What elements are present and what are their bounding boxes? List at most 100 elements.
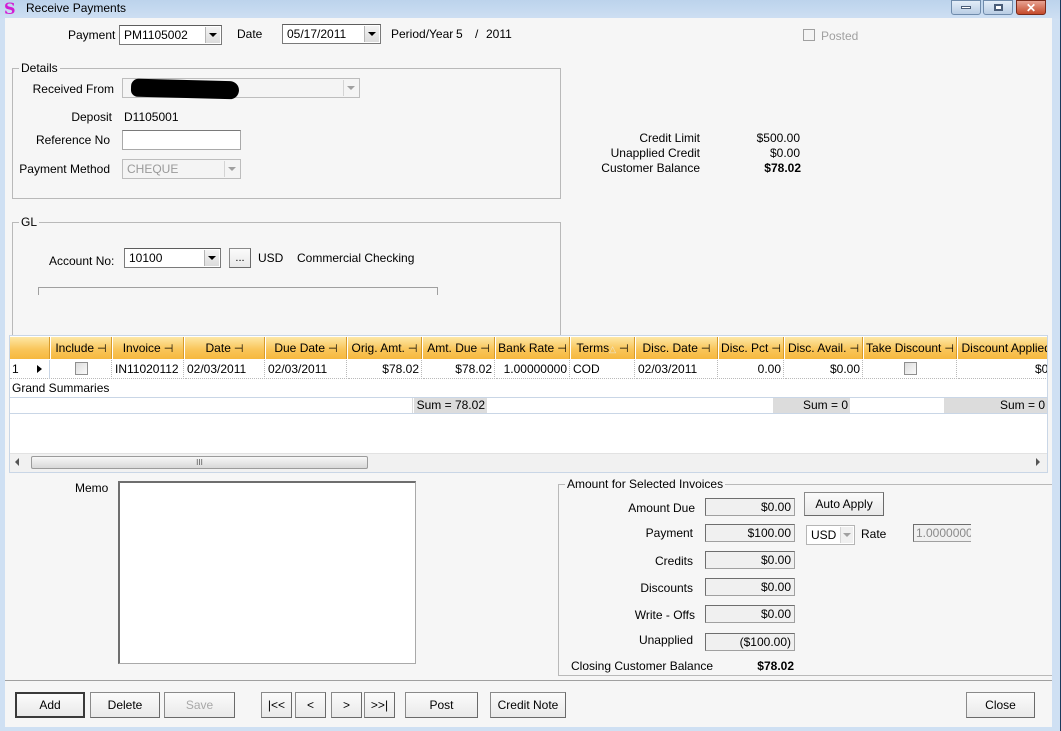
column-header-discount-applied[interactable]: Discount Applied⊣ [958, 337, 1047, 359]
cell-amt-due[interactable]: $78.02 [423, 360, 495, 379]
pin-icon[interactable]: ⊣ [328, 342, 338, 355]
payment-value: PM1105002 [124, 28, 188, 42]
credit-note-button[interactable]: Credit Note [490, 692, 566, 718]
cell-disc-avail[interactable]: $0.00 [785, 360, 863, 379]
chevron-down-icon [347, 86, 355, 90]
column-header-label: Orig. Amt. [351, 341, 405, 355]
include-checkbox[interactable] [74, 362, 88, 375]
cell-disc-date[interactable]: 02/03/2011 [636, 360, 718, 379]
last-record-button[interactable]: >>| [364, 692, 395, 718]
received-from-dropdown-button[interactable] [343, 80, 358, 96]
column-header-label: Amt. Due [427, 341, 478, 355]
gl-legend: GL [19, 215, 40, 229]
pin-icon[interactable]: ⊣ [234, 342, 244, 355]
column-header-disc-pct[interactable]: Disc. Pct ⊣ [719, 337, 784, 359]
payment-dropdown-button[interactable] [205, 27, 220, 43]
cell-disc-pct[interactable]: 0.00 [719, 360, 784, 379]
summary-empty-cell [10, 398, 413, 413]
cell-terms[interactable]: COD [571, 360, 635, 379]
payment-method-combo[interactable]: CHEQUE [122, 159, 241, 179]
column-header-label: Disc. Pct [721, 341, 769, 355]
window-close-button[interactable]: ✕ [1016, 0, 1046, 15]
cell-discount-applied[interactable]: $0.00 [958, 360, 1047, 379]
payment-method-dropdown-button[interactable] [224, 161, 239, 177]
column-header-disc-date[interactable]: Disc. Date ⊣ [636, 337, 718, 359]
save-button[interactable]: Save [164, 692, 235, 718]
column-header-label: Date [205, 341, 231, 355]
minimize-button[interactable] [951, 0, 981, 15]
pin-icon[interactable]: ⊣ [480, 342, 490, 355]
scroll-left-icon[interactable] [15, 458, 19, 466]
sort-ascending-icon[interactable]: △ [609, 344, 616, 354]
next-record-button[interactable]: > [331, 692, 362, 718]
grid-header: Include ⊣ Invoice ⊣ Date ⊣ Due Date ⊣ Orig. Amt.… [10, 337, 1047, 359]
column-header-date[interactable]: Date ⊣ [185, 337, 265, 359]
column-header-terms[interactable]: Terms△ ⊣ [571, 337, 635, 359]
cell-orig-amt[interactable]: $78.02 [348, 360, 422, 379]
invoice-grid: Include ⊣ Invoice ⊣ Date ⊣ Due Date ⊣ Orig. Amt.… [9, 335, 1048, 473]
column-header-invoice[interactable]: Invoice ⊣ [113, 337, 184, 359]
minimize-icon [961, 6, 971, 9]
column-header-due-date[interactable]: Due Date ⊣ [266, 337, 347, 359]
currency-dropdown-button[interactable] [840, 527, 853, 543]
pin-icon[interactable]: ⊣ [944, 342, 954, 355]
closing-balance-label: Closing Customer Balance [571, 659, 714, 673]
cell-date[interactable]: 02/03/2011 [185, 360, 265, 379]
column-header-include[interactable]: Include ⊣ [51, 337, 112, 359]
scrollbar-thumb[interactable]: III [31, 456, 368, 469]
pin-icon[interactable]: ⊣ [701, 342, 711, 355]
summary-empty-cell [851, 398, 943, 413]
window-title: Receive Payments [26, 1, 127, 15]
maximize-button[interactable] [983, 0, 1013, 15]
closing-balance-value: $78.02 [757, 659, 794, 673]
posted-checkbox[interactable] [803, 29, 815, 41]
pin-icon[interactable]: ⊣ [771, 342, 781, 355]
cell-take-discount[interactable] [864, 360, 957, 379]
column-header-amt-due[interactable]: Amt. Due ⊣ [423, 337, 495, 359]
reference-no-input[interactable] [122, 130, 241, 150]
cell-include[interactable] [51, 360, 112, 379]
pin-icon[interactable]: ⊣ [557, 342, 567, 355]
payment-combo[interactable]: PM1105002 [119, 25, 222, 45]
add-button[interactable]: Add [15, 692, 85, 718]
column-header-take-discount[interactable]: Take Discount ⊣ [864, 337, 957, 359]
delete-button[interactable]: Delete [90, 692, 160, 718]
pin-icon[interactable]: ⊣ [408, 342, 418, 355]
cell-due-date[interactable]: 02/03/2011 [266, 360, 347, 379]
account-no-dropdown-button[interactable] [204, 250, 219, 266]
date-picker[interactable]: 05/17/2011 [282, 24, 381, 44]
previous-record-button[interactable]: < [295, 692, 326, 718]
auto-apply-button[interactable]: Auto Apply [804, 492, 884, 516]
scroll-right-icon[interactable] [1036, 458, 1040, 466]
row-selector[interactable]: 1 [10, 360, 50, 379]
post-button[interactable]: Post [405, 692, 478, 718]
close-button[interactable]: Close [966, 692, 1035, 718]
account-no-combo[interactable]: 10100 [124, 248, 221, 268]
credits-label: Credits [654, 554, 693, 568]
row-number: 1 [12, 362, 19, 376]
cell-bank-rate[interactable]: 1.00000000 [496, 360, 570, 379]
received-from-combo[interactable] [122, 78, 360, 100]
first-record-button[interactable]: |<< [261, 692, 292, 718]
payment-amount-field[interactable]: $100.00 [705, 524, 795, 542]
account-no-label: Account No: [49, 254, 115, 268]
customer-balance-label: Customer Balance [601, 161, 700, 175]
unapplied-label: Unapplied [638, 633, 693, 647]
pin-icon[interactable]: ⊣ [97, 342, 107, 355]
pin-icon[interactable]: ⊣ [849, 342, 859, 355]
column-header-label: Discount Applied [961, 341, 1048, 355]
payment-currency-combo[interactable]: USD [806, 525, 855, 545]
memo-textarea[interactable] [118, 481, 416, 664]
column-header-disc-avail[interactable]: Disc. Avail. ⊣ [785, 337, 863, 359]
grid-horizontal-scrollbar[interactable]: III [10, 453, 1047, 472]
column-header-orig-amt[interactable]: Orig. Amt. ⊣ [348, 337, 422, 359]
pin-icon[interactable]: ⊣ [164, 342, 174, 355]
account-browse-button[interactable]: ... [229, 248, 251, 268]
column-header-bank-rate[interactable]: Bank Rate ⊣ [496, 337, 570, 359]
date-dropdown-button[interactable] [364, 26, 379, 42]
cell-invoice[interactable]: IN11020112 [113, 360, 184, 379]
account-no-value: 10100 [129, 251, 163, 265]
take-discount-checkbox[interactable] [903, 362, 917, 375]
pin-icon[interactable]: ⊣ [619, 342, 629, 355]
table-row[interactable]: 1 IN11020112 02/03/2011 02/03/2011 $78.02 $7… [10, 360, 1047, 379]
